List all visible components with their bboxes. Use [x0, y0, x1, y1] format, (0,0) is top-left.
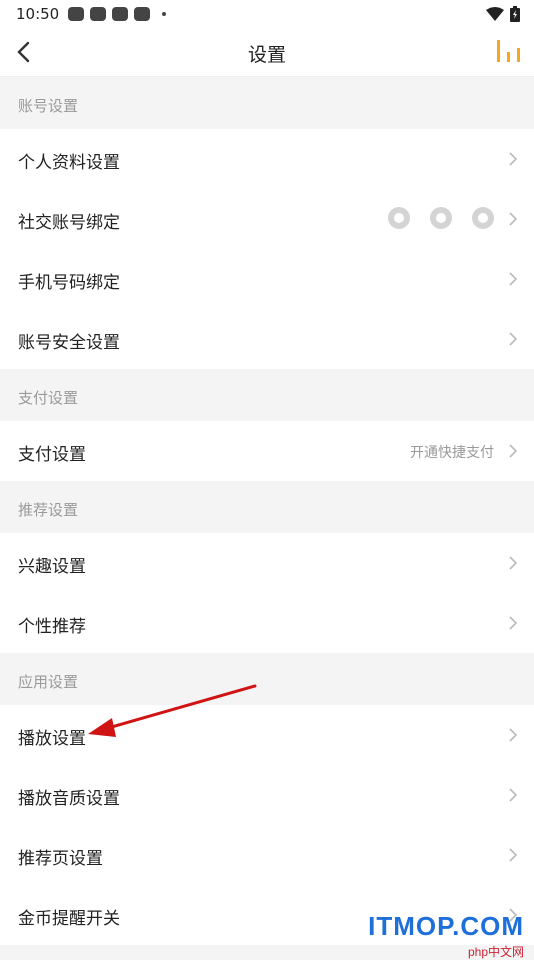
- watermark-sub: php中文网: [467, 945, 524, 959]
- watermark: ITMOP.COM php中文网: [368, 911, 524, 959]
- annotation-arrow: [88, 684, 257, 737]
- watermark-text: ITMOP.COM: [368, 911, 524, 941]
